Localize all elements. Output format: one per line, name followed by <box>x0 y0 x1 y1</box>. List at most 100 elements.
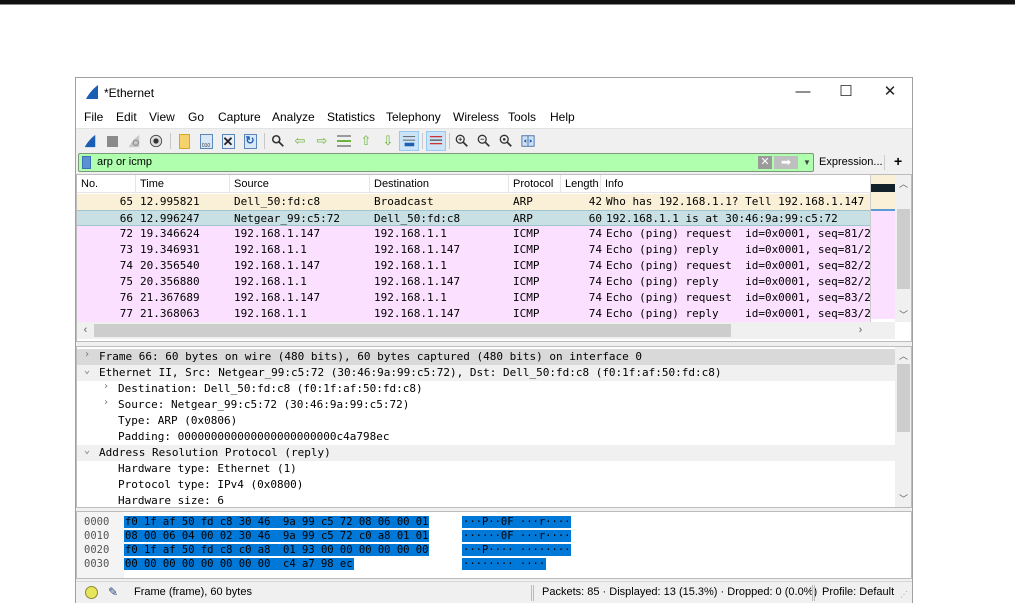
column-header-no[interactable]: No. <box>81 178 98 190</box>
scroll-thumb[interactable] <box>897 209 910 289</box>
go-last-packet-icon[interactable]: ⇩ <box>378 131 398 151</box>
find-packet-icon[interactable] <box>268 131 288 151</box>
packet-cell-time: 19.346931 <box>140 243 200 256</box>
packet-row[interactable]: 66 12.996247 Netgear_99:c5:72 Dell_50:fd:c8… <box>77 210 870 226</box>
maximize-button[interactable]: ☐ <box>824 82 868 104</box>
packet-row[interactable]: 74 20.356540 192.168.1.147 192.168.1.1 ICMP 7… <box>77 258 871 274</box>
filter-history-dropdown-icon[interactable]: ▼ <box>801 155 813 170</box>
go-forward-icon[interactable]: ⇨ <box>312 131 332 151</box>
reload-file-icon[interactable]: ↻ <box>240 131 260 151</box>
scroll-down-icon[interactable]: ﹀ <box>895 492 911 505</box>
packet-minimap[interactable] <box>870 175 895 322</box>
detail-tree-item[interactable]: › Destination: Dell_50:fd:c8 (f0:1f:af:50… <box>77 381 895 397</box>
autoscroll-icon[interactable] <box>399 131 419 151</box>
menu-file[interactable]: File <box>84 110 103 124</box>
ascii-bytes[interactable]: ······0F ···r···· <box>462 530 572 542</box>
ascii-bytes[interactable]: ···P···· ········ <box>462 544 572 556</box>
bookmark-icon[interactable] <box>82 156 91 169</box>
menu-tools[interactable]: Tools <box>508 110 536 124</box>
scroll-up-icon[interactable]: ︿ <box>895 177 911 190</box>
save-file-icon[interactable]: 010 <box>196 131 216 151</box>
collapse-chevron-icon[interactable]: ⌄ <box>81 445 93 456</box>
menu-wireless[interactable]: Wireless <box>453 110 499 124</box>
column-header-destination[interactable]: Destination <box>374 178 429 190</box>
display-filter-input[interactable]: arp or icmp ✕ ➡ ▼ <box>78 153 814 172</box>
expand-chevron-icon[interactable]: › <box>100 397 112 408</box>
detail-tree-item[interactable]: › Frame 66: 60 bytes on wire (480 bits), … <box>77 349 895 365</box>
restart-capture-icon[interactable] <box>124 131 144 151</box>
minimize-button[interactable]: — <box>781 82 825 104</box>
detail-tree-item[interactable]: ⌄ Ethernet II, Src: Netgear_99:c5:72 (30:… <box>77 365 895 381</box>
detail-tree-item[interactable]: Padding: 000000000000000000000000c4a798e… <box>77 429 895 445</box>
menu-go[interactable]: Go <box>188 110 204 124</box>
packet-row[interactable]: 77 21.368063 192.168.1.1 192.168.1.147 ICMP 7… <box>77 306 871 322</box>
go-first-packet-icon[interactable]: ⇧ <box>356 131 376 151</box>
expert-info-indicator-icon[interactable] <box>85 586 98 599</box>
column-header-time[interactable]: Time <box>140 178 164 190</box>
hex-bytes[interactable]: 00 00 00 00 00 00 00 00 c4 a7 98 ec <box>124 558 354 570</box>
scroll-up-icon[interactable]: ︿ <box>895 349 911 362</box>
capture-comment-icon[interactable]: ✎ <box>108 585 118 599</box>
scroll-down-icon[interactable]: ﹀ <box>895 308 911 321</box>
scroll-thumb[interactable] <box>897 364 910 432</box>
apply-filter-icon[interactable]: ➡ <box>774 156 798 169</box>
go-to-packet-icon[interactable] <box>334 131 354 151</box>
column-header-info[interactable]: Info <box>605 178 623 190</box>
hex-bytes[interactable]: 08 00 06 04 00 02 30 46 9a 99 c5 72 c0 a… <box>124 530 430 542</box>
resize-columns-icon[interactable] <box>518 131 538 151</box>
detail-tree-item[interactable]: Hardware size: 6 <box>77 493 895 507</box>
stop-capture-icon[interactable] <box>102 131 122 151</box>
add-filter-button[interactable]: + <box>894 153 902 169</box>
ascii-bytes[interactable]: ···P··0F ···r···· <box>462 516 572 528</box>
menu-help[interactable]: Help <box>550 110 575 124</box>
zoom-normal-icon[interactable] <box>496 131 516 151</box>
clear-filter-icon[interactable]: ✕ <box>758 156 772 169</box>
expression-button[interactable]: Expression... <box>819 156 883 168</box>
packet-cell-length: 74 <box>588 275 602 288</box>
packet-row[interactable]: 73 19.346931 192.168.1.1 192.168.1.147 ICMP 7… <box>77 242 871 258</box>
packet-row[interactable]: 76 21.367689 192.168.1.147 192.168.1.1 ICMP 7… <box>77 290 871 306</box>
menu-statistics[interactable]: Statistics <box>327 110 375 124</box>
packet-cell-no: 66 <box>119 212 133 225</box>
menu-analyze[interactable]: Analyze <box>272 110 315 124</box>
packet-list-vertical-scrollbar[interactable]: ︿ ﹀ <box>895 175 911 322</box>
resize-grip-icon[interactable]: ⋰ <box>900 590 908 599</box>
scroll-left-icon[interactable]: ‹ <box>77 324 94 336</box>
packet-details-vertical-scrollbar[interactable]: ︿ ﹀ <box>895 347 911 507</box>
menu-edit[interactable]: Edit <box>116 110 137 124</box>
status-profile[interactable]: Profile: Default <box>822 586 894 598</box>
detail-tree-item[interactable]: ⌄ Address Resolution Protocol (reply) <box>77 445 895 461</box>
hex-bytes[interactable]: f0 1f af 50 fd c8 30 46 9a 99 c5 72 08 0… <box>124 516 430 528</box>
column-header-protocol[interactable]: Protocol <box>513 178 553 190</box>
ascii-bytes[interactable]: ········ ···· <box>462 558 547 570</box>
colorize-icon[interactable] <box>426 131 446 151</box>
zoom-out-icon[interactable] <box>474 131 494 151</box>
close-file-icon[interactable]: ✕ <box>218 131 238 151</box>
collapse-chevron-icon[interactable]: ⌄ <box>81 365 93 376</box>
column-header-source[interactable]: Source <box>234 178 269 190</box>
detail-tree-item[interactable]: Type: ARP (0x0806) <box>77 413 895 429</box>
packet-row[interactable]: 65 12.995821 Dell_50:fd:c8 Broadcast ARP 42 Wh… <box>77 194 870 210</box>
expand-chevron-icon[interactable]: › <box>100 381 112 392</box>
packet-list-horizontal-scrollbar[interactable]: ‹ › <box>77 322 895 339</box>
hex-bytes[interactable]: f0 1f af 50 fd c8 c0 a8 01 93 00 00 00 0… <box>124 544 430 556</box>
detail-tree-item[interactable]: › Source: Netgear_99:c5:72 (30:46:9a:99:c… <box>77 397 895 413</box>
scroll-right-icon[interactable]: › <box>852 324 869 336</box>
column-header-length[interactable]: Length <box>565 178 599 190</box>
menu-telephony[interactable]: Telephony <box>386 110 441 124</box>
display-filter-value[interactable]: arp or icmp <box>97 156 152 168</box>
detail-tree-item[interactable]: Protocol type: IPv4 (0x0800) <box>77 477 895 493</box>
menu-capture[interactable]: Capture <box>218 110 261 124</box>
go-back-icon[interactable]: ⇦ <box>290 131 310 151</box>
scroll-thumb[interactable] <box>94 324 731 337</box>
start-capture-icon[interactable] <box>80 131 100 151</box>
packet-row[interactable]: 72 19.346624 192.168.1.147 192.168.1.1 ICMP 7… <box>77 226 871 242</box>
close-button[interactable]: ✕ <box>868 82 912 104</box>
menu-view[interactable]: View <box>149 110 175 124</box>
packet-row[interactable]: 75 20.356880 192.168.1.1 192.168.1.147 ICMP 7… <box>77 274 871 290</box>
open-file-icon[interactable] <box>174 131 194 151</box>
expand-chevron-icon[interactable]: › <box>81 349 93 360</box>
zoom-in-icon[interactable] <box>452 131 472 151</box>
detail-tree-item[interactable]: Hardware type: Ethernet (1) <box>77 461 895 477</box>
capture-options-icon[interactable] <box>146 131 166 151</box>
